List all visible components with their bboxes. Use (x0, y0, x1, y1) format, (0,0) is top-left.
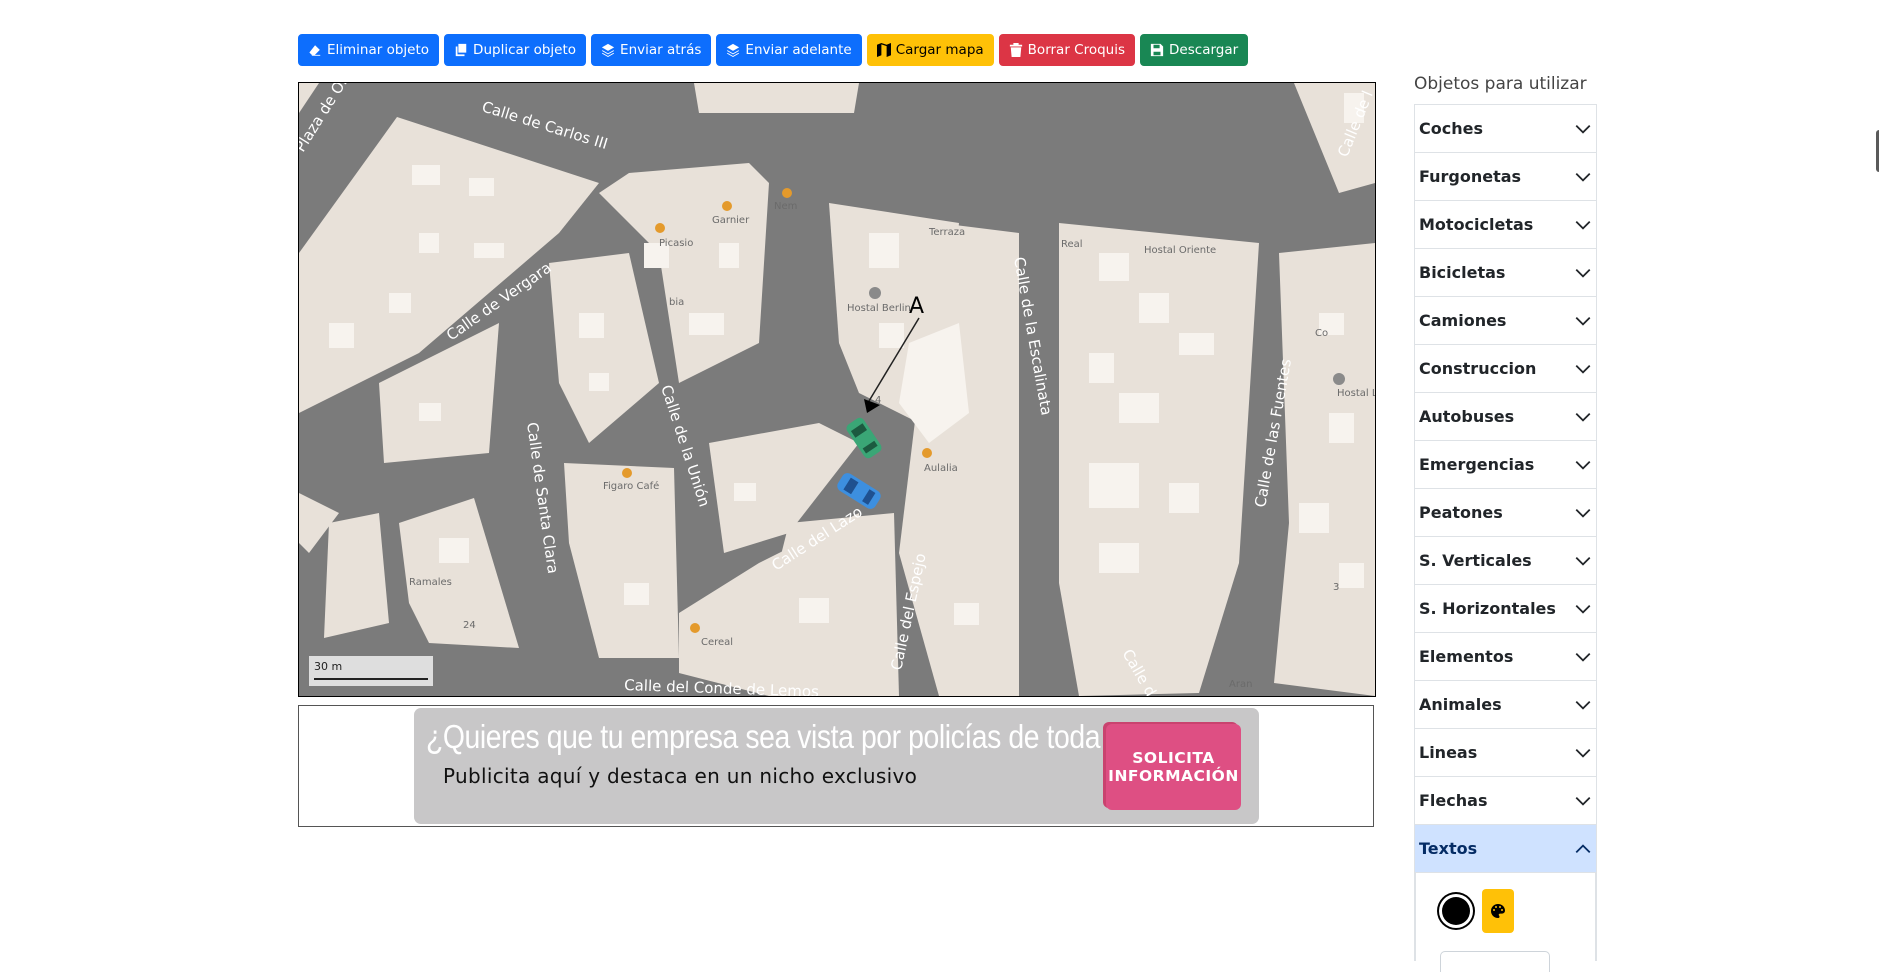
poi-picasio: Picasio (659, 238, 693, 249)
accordion-item-elementos[interactable]: Elementos (1415, 633, 1596, 681)
download-button[interactable]: Descargar (1140, 34, 1249, 66)
annotation-label: A (909, 294, 924, 319)
chevron-down-icon (1575, 460, 1591, 470)
accordion-item-autobuses[interactable]: Autobuses (1415, 393, 1596, 441)
map-icon (876, 43, 891, 57)
poi-figaro: Figaro Café (603, 480, 659, 492)
chevron-down-icon (1575, 172, 1591, 182)
poi-nem: Nem (774, 201, 797, 212)
accordion-item-s-verticales[interactable]: S. Verticales (1415, 537, 1596, 585)
palette-button[interactable] (1482, 889, 1514, 933)
poi-bia: bia (669, 297, 684, 308)
accordion-item-camiones[interactable]: Camiones (1415, 297, 1596, 345)
accordion-item-furgonetas[interactable]: Furgonetas (1415, 153, 1596, 201)
chevron-down-icon (1575, 556, 1591, 566)
poi-real: Real (1061, 239, 1083, 250)
chevron-down-icon (1575, 652, 1591, 662)
chevron-down-icon (1575, 796, 1591, 806)
trash-icon (1009, 43, 1022, 57)
copy-icon (455, 43, 467, 57)
send-forward-button[interactable]: Enviar adelante (716, 34, 862, 66)
poi-co: Co (1315, 328, 1328, 339)
delete-object-button[interactable]: Eliminar objeto (298, 34, 440, 66)
poi-garnier: Garnier (712, 215, 750, 226)
poi-aula: Aulalia (924, 463, 958, 474)
ad-banner[interactable]: ¿Quieres que tu empresa sea vista por po… (414, 708, 1259, 824)
chevron-down-icon (1575, 700, 1591, 710)
accordion-item-s-horizontales[interactable]: S. Horizontales (1415, 585, 1596, 633)
poi-hostal-berlin: Hostal Berlin (847, 303, 911, 314)
chevron-down-icon (1575, 364, 1591, 374)
poi-hostal-fuentes: Hostal Las Fuentes (1337, 388, 1375, 399)
chevron-down-icon (1575, 268, 1591, 278)
layers-icon (601, 43, 615, 57)
text-color-swatch[interactable] (1442, 897, 1470, 925)
chevron-up-icon (1575, 843, 1591, 853)
accordion-item-construccion[interactable]: Construccion (1415, 345, 1596, 393)
accordion-item-motocicletas[interactable]: Motocicletas (1415, 201, 1596, 249)
text-input[interactable] (1440, 951, 1550, 972)
map-scale: 30 m (309, 656, 433, 686)
chevron-down-icon (1575, 412, 1591, 422)
poi-cereal: Cereal (701, 637, 733, 648)
palette-icon (1491, 904, 1505, 918)
chevron-down-icon (1575, 124, 1591, 134)
chevron-down-icon (1575, 220, 1591, 230)
accordion-item-peatones[interactable]: Peatones (1415, 489, 1596, 537)
accordion-item-textos[interactable]: Textos (1415, 825, 1596, 873)
chevron-down-icon (1575, 316, 1591, 326)
poi-ramales: Ramales (409, 577, 452, 588)
toolbar: Eliminar objeto Duplicar objeto Enviar a… (298, 34, 1249, 66)
load-map-button[interactable]: Cargar mapa (866, 34, 994, 66)
poi-number-24: 24 (463, 620, 476, 631)
map-image: Plaza de Ori Calle de Carlos III Calle d… (299, 83, 1375, 696)
sidebar-title: Objetos para utilizar (1414, 74, 1587, 94)
eraser-icon (309, 45, 321, 56)
objects-accordion: Coches Furgonetas Motocicletas Bicicleta… (1414, 104, 1597, 972)
textos-panel (1415, 873, 1596, 972)
chevron-down-icon (1575, 748, 1591, 758)
accordion-item-bicicletas[interactable]: Bicicletas (1415, 249, 1596, 297)
clear-sketch-button[interactable]: Borrar Croquis (998, 34, 1136, 66)
map-canvas[interactable]: Plaza de Ori Calle de Carlos III Calle d… (298, 82, 1376, 697)
chevron-down-icon (1575, 508, 1591, 518)
duplicate-object-button[interactable]: Duplicar objeto (444, 34, 587, 66)
save-icon (1150, 43, 1164, 57)
ad-frame: ¿Quieres que tu empresa sea vista por po… (298, 705, 1374, 827)
accordion-item-coches[interactable]: Coches (1415, 105, 1596, 153)
send-back-button[interactable]: Enviar atrás (591, 34, 712, 66)
poi-terraza: Terraza (928, 227, 965, 238)
poi-aran: Aran (1229, 679, 1252, 690)
layers-icon (727, 43, 740, 57)
ad-subline: Publicita aquí y destaca en un nicho exc… (443, 764, 918, 788)
ad-headline: ¿Quieres que tu empresa sea vista por po… (426, 718, 1217, 755)
ad-cta-button[interactable]: SOLICITA INFORMACIÓN (1106, 724, 1241, 810)
accordion-item-lineas[interactable]: Lineas (1415, 729, 1596, 777)
poi-hostal-oriente: Hostal Oriente (1144, 245, 1216, 256)
poi-number-3: 3 (1333, 582, 1339, 593)
chevron-down-icon (1575, 604, 1591, 614)
accordion-item-emergencias[interactable]: Emergencias (1415, 441, 1596, 489)
accordion-item-flechas[interactable]: Flechas (1415, 777, 1596, 825)
accordion-item-animales[interactable]: Animales (1415, 681, 1596, 729)
